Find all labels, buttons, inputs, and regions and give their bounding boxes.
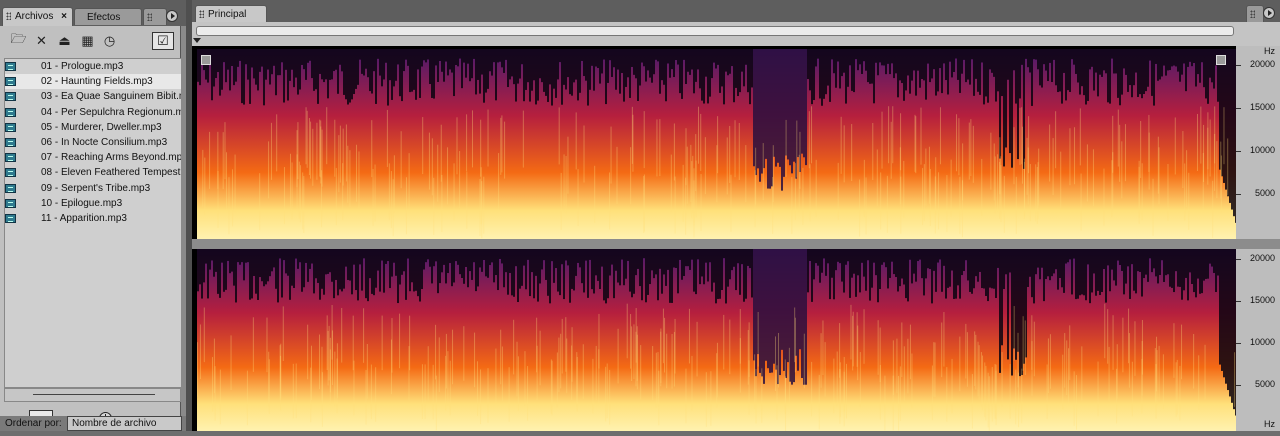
playhead-marker-icon[interactable] xyxy=(193,38,201,43)
file-name: 02 - Haunting Fields.mp3 xyxy=(41,76,153,88)
tab-archivos[interactable]: Archivos × xyxy=(2,7,73,26)
overview-bar[interactable] xyxy=(192,22,1280,46)
ruler-label: 15000 xyxy=(1249,295,1275,305)
close-icon[interactable]: × xyxy=(61,8,67,26)
file-list-item[interactable]: 08 - Eleven Feathered Tempest.mp3 xyxy=(5,165,181,180)
ruler-label: 20000 xyxy=(1249,59,1275,69)
audio-file-icon xyxy=(5,77,16,87)
zoom-corner-right[interactable] xyxy=(1216,55,1226,65)
file-name: 01 - Prologue.mp3 xyxy=(41,61,124,72)
ruler-unit-bottom: Hz xyxy=(1264,419,1275,429)
file-name: 03 - Ea Quae Sanguinem Bibit.mp3 xyxy=(41,91,181,103)
timer-icon[interactable]: ◷ xyxy=(101,33,118,48)
file-list-item[interactable]: 11 - Apparition.mp3 xyxy=(5,211,181,226)
tab-principal[interactable]: Principal xyxy=(195,5,267,23)
view-options-icon[interactable]: ☑ xyxy=(152,32,174,50)
file-list-item[interactable]: 07 - Reaching Arms Beyond.mp3 xyxy=(5,150,181,165)
spectrogram-channel-right[interactable] xyxy=(197,249,1236,431)
tab-efectos-label: Efectos xyxy=(87,12,121,23)
file-name: 04 - Per Sepulchra Regionum.mp3 xyxy=(41,106,181,118)
sort-select[interactable]: Nombre de archivo xyxy=(67,416,182,431)
ruler-label: 5000 xyxy=(1254,188,1275,198)
file-name: 09 - Serpent's Tribe.mp3 xyxy=(41,182,151,194)
files-toolbar: 🗁 ✕ ⏏ ▦ ◷ ☑ xyxy=(0,26,181,56)
tab-archivos-label: Archivos xyxy=(15,11,54,22)
file-list-item[interactable]: 05 - Murderer, Dweller.mp3 xyxy=(5,120,181,135)
audio-file-icon xyxy=(5,153,16,163)
close-file-icon[interactable]: ✕ xyxy=(33,33,50,48)
ruler-tick xyxy=(1236,259,1241,260)
file-name: 05 - Murderer, Dweller.mp3 xyxy=(41,121,162,133)
file-name: 11 - Apparition.mp3 xyxy=(41,212,127,224)
insert-icon[interactable]: ⏏ xyxy=(56,33,73,48)
channel-separator xyxy=(192,239,1236,249)
audio-file-icon xyxy=(5,107,16,117)
open-file-icon[interactable]: 🗁 xyxy=(10,31,27,48)
ruler-tick xyxy=(1236,151,1241,152)
files-panel-tabbar: Archivos × Efectos xyxy=(0,0,186,26)
spectral-display[interactable]: Hz 20000 15000 10000 5000 20000 15000 10… xyxy=(192,46,1280,431)
file-list-item[interactable]: 10 - Epilogue.mp3 xyxy=(5,196,181,211)
file-list-item[interactable]: 04 - Per Sepulchra Regionum.mp3 xyxy=(5,105,181,120)
file-name: 07 - Reaching Arms Beyond.mp3 xyxy=(41,152,181,164)
frequency-ruler: Hz 20000 15000 10000 5000 20000 15000 10… xyxy=(1236,46,1280,431)
ruler-gap xyxy=(1236,239,1280,249)
overview-track[interactable] xyxy=(196,26,1234,36)
grip-icon xyxy=(6,12,11,20)
panel-menu-button[interactable] xyxy=(166,10,178,22)
file-list: 01 - Prologue.mp3 02 - Haunting Fields.mp… xyxy=(4,58,181,388)
audio-file-icon xyxy=(5,198,16,208)
ruler-label: 10000 xyxy=(1249,145,1275,155)
ruler-tick xyxy=(1236,194,1241,195)
ruler-label: 20000 xyxy=(1249,253,1275,263)
scrollbar-thumb[interactable] xyxy=(33,394,155,395)
spectrogram-channel-left[interactable] xyxy=(197,49,1236,239)
zoom-corner-left[interactable] xyxy=(201,55,211,65)
tab-efectos[interactable]: Efectos xyxy=(74,8,142,25)
ruler-tick xyxy=(1236,108,1241,109)
ruler-tick xyxy=(1236,385,1241,386)
audio-file-icon xyxy=(5,168,16,178)
sort-label: Ordenar por: xyxy=(5,418,62,429)
audio-file-icon xyxy=(5,213,16,223)
files-panel: Archivos × Efectos 🗁 ✕ ⏏ ▦ ◷ ☑ 01 - Prol… xyxy=(0,0,186,431)
audio-file-icon xyxy=(5,137,16,147)
ruler-label: 10000 xyxy=(1249,337,1275,347)
ruler-label: 15000 xyxy=(1249,102,1275,112)
file-list-item[interactable]: 03 - Ea Quae Sanguinem Bibit.mp3 xyxy=(5,89,181,104)
ruler-tick xyxy=(1236,343,1241,344)
grip-icon xyxy=(147,13,152,21)
main-panel: Principal Hz 20000 15000 10000 5000 2000… xyxy=(192,0,1280,431)
file-list-item[interactable]: 02 - Haunting Fields.mp3 xyxy=(5,74,181,90)
audio-file-icon xyxy=(5,122,16,132)
audio-file-icon xyxy=(5,183,16,193)
main-tabbar: Principal xyxy=(192,0,1280,23)
file-list-item[interactable]: 09 - Serpent's Tribe.mp3 xyxy=(5,181,181,196)
file-list-scrollbar[interactable] xyxy=(4,388,181,402)
main-panel-menu-button[interactable] xyxy=(1263,7,1275,19)
file-list-item[interactable]: 01 - Prologue.mp3 xyxy=(5,59,181,74)
audio-file-icon xyxy=(5,92,16,102)
file-name: 10 - Epilogue.mp3 xyxy=(41,197,123,209)
grip-icon xyxy=(1250,10,1255,18)
sort-row: Ordenar por: Nombre de archivo xyxy=(0,416,186,431)
ruler-unit-top: Hz xyxy=(1264,46,1275,56)
files-panel-content: 🗁 ✕ ⏏ ▦ ◷ ☑ 01 - Prologue.mp3 02 - Haunti… xyxy=(0,26,181,431)
audio-file-icon xyxy=(5,62,16,71)
ruler-tick xyxy=(1236,65,1241,66)
file-list-item[interactable]: 06 - In Nocte Consilium.mp3 xyxy=(5,135,181,150)
tab-principal-label: Principal xyxy=(208,9,247,20)
file-name: 06 - In Nocte Consilium.mp3 xyxy=(41,136,168,148)
grip-icon xyxy=(199,10,204,18)
tab-overflow-main[interactable] xyxy=(1246,5,1264,22)
ruler-tick xyxy=(1236,301,1241,302)
insert-multitrack-icon[interactable]: ▦ xyxy=(79,33,96,48)
tab-overflow[interactable] xyxy=(143,8,167,25)
ruler-label: 5000 xyxy=(1254,379,1275,389)
file-name: 08 - Eleven Feathered Tempest.mp3 xyxy=(41,167,181,179)
